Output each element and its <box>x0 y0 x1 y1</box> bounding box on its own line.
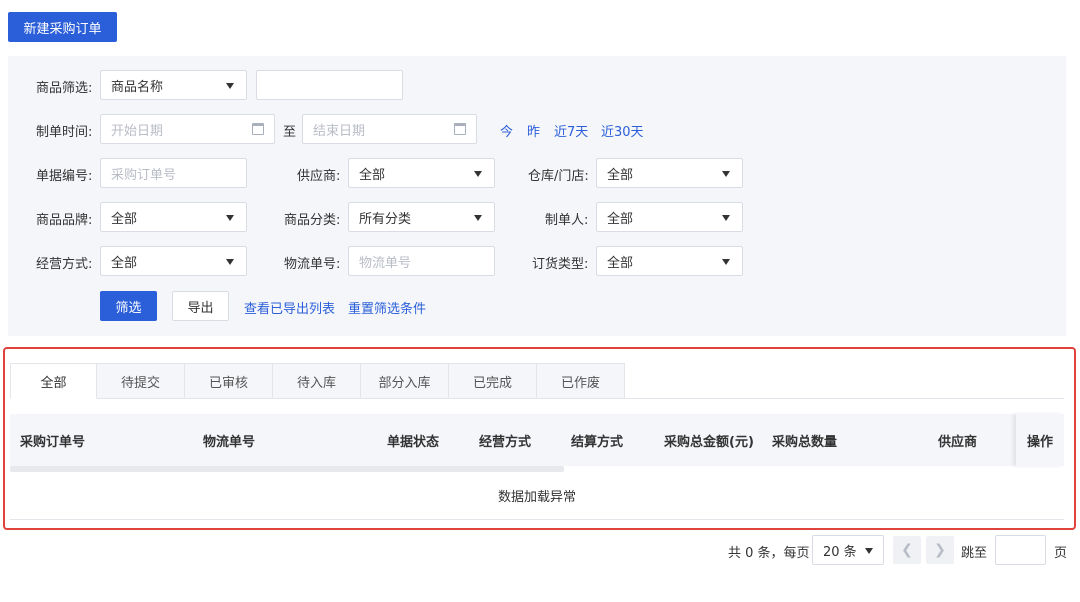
status-tabs: 全部 待提交 已审核 待入库 部分入库 已完成 已作废 <box>10 363 625 399</box>
chevron-down-icon <box>722 171 730 177</box>
product-filter-select-value: 商品名称 <box>111 79 164 95</box>
page-unit-label: 页 <box>1054 546 1068 561</box>
column-header-doc-status: 单据状态 <box>387 434 440 450</box>
quick-date-today[interactable]: 今 <box>500 121 513 140</box>
calendar-icon <box>252 123 264 135</box>
quick-date-yesterday[interactable]: 昨 <box>527 121 540 140</box>
column-header-total-amount: 采购总金额(元) <box>664 434 754 450</box>
jump-to-label: 跳至 <box>961 546 988 561</box>
column-header-business-mode: 经营方式 <box>479 434 532 450</box>
new-purchase-order-button[interactable]: 新建采购订单 <box>8 12 117 42</box>
start-date-placeholder: 开始日期 <box>111 123 164 139</box>
supplier-label: 供应商: <box>297 169 341 184</box>
quick-date-30-days[interactable]: 近30天 <box>601 121 644 140</box>
tab-pending-stock-in[interactable]: 待入库 <box>273 363 361 399</box>
created-time-label: 制单时间: <box>36 125 93 140</box>
tab-partial-stock-in[interactable]: 部分入库 <box>361 363 449 399</box>
logistics-number-label: 物流单号: <box>284 257 341 272</box>
chevron-down-icon <box>474 215 482 221</box>
business-mode-label: 经营方式: <box>36 257 93 272</box>
quick-date-7-days[interactable]: 近7天 <box>554 121 588 140</box>
logistics-number-input[interactable]: 物流单号 <box>348 246 495 276</box>
chevron-down-icon <box>865 548 873 554</box>
view-exports-link[interactable]: 查看已导出列表 <box>244 298 335 317</box>
brand-select[interactable]: 全部 <box>100 202 247 232</box>
pagination-total: 共 0 条，每页 <box>728 546 810 561</box>
filter-button[interactable]: 筛选 <box>100 291 157 321</box>
business-mode-select[interactable]: 全部 <box>100 246 247 276</box>
supplier-select-value: 全部 <box>359 167 386 183</box>
brand-label: 商品品牌: <box>36 213 93 228</box>
chevron-down-icon <box>226 259 234 265</box>
tab-approved[interactable]: 已审核 <box>185 363 273 399</box>
next-page-button[interactable]: ❯ <box>926 536 954 564</box>
page-size-select[interactable]: 20 条 <box>812 535 884 565</box>
brand-select-value: 全部 <box>111 211 138 227</box>
product-filter-input[interactable] <box>256 70 403 100</box>
category-label: 商品分类: <box>284 213 341 228</box>
chevron-left-icon: ❮ <box>901 542 913 558</box>
reset-filters-link[interactable]: 重置筛选条件 <box>348 298 426 317</box>
category-select-value: 所有分类 <box>359 211 412 227</box>
table-empty-message: 数据加载异常 <box>10 472 1064 520</box>
calendar-icon <box>454 123 466 135</box>
tab-voided[interactable]: 已作废 <box>537 363 625 399</box>
chevron-right-icon: ❯ <box>934 542 946 558</box>
warehouse-label: 仓库/门店: <box>528 169 589 184</box>
chevron-down-icon <box>226 83 234 89</box>
warehouse-select-value: 全部 <box>607 167 634 183</box>
chevron-down-icon <box>722 259 730 265</box>
doc-number-label: 单据编号: <box>36 169 93 184</box>
doc-number-input[interactable]: 采购订单号 <box>100 158 247 188</box>
page-size-value: 20 条 <box>823 544 857 560</box>
column-header-supplier: 供应商 <box>938 434 978 450</box>
warehouse-select[interactable]: 全部 <box>596 158 743 188</box>
end-date-placeholder: 结束日期 <box>313 123 366 139</box>
date-range-separator: 至 <box>283 125 297 140</box>
doc-number-placeholder: 采购订单号 <box>111 167 177 183</box>
category-select[interactable]: 所有分类 <box>348 202 495 232</box>
creator-select-value: 全部 <box>607 211 634 227</box>
tab-completed[interactable]: 已完成 <box>449 363 537 399</box>
column-header-actions: 操作 <box>1016 414 1064 466</box>
end-date-input[interactable]: 结束日期 <box>302 114 477 144</box>
chevron-down-icon <box>474 171 482 177</box>
table-header: 采购订单号 物流单号 单据状态 经营方式 结算方式 采购总金额(元) 采购总数量… <box>10 414 1064 466</box>
column-header-order-no: 采购订单号 <box>20 434 86 450</box>
start-date-input[interactable]: 开始日期 <box>100 114 275 144</box>
tab-all[interactable]: 全部 <box>10 363 97 399</box>
business-mode-select-value: 全部 <box>111 255 138 271</box>
chevron-down-icon <box>722 215 730 221</box>
column-header-settlement: 结算方式 <box>571 434 624 450</box>
product-filter-select[interactable]: 商品名称 <box>100 70 247 100</box>
logistics-number-placeholder: 物流单号 <box>359 255 412 271</box>
prev-page-button[interactable]: ❮ <box>893 536 921 564</box>
order-type-select-value: 全部 <box>607 255 634 271</box>
export-button[interactable]: 导出 <box>172 291 229 321</box>
supplier-select[interactable]: 全部 <box>348 158 495 188</box>
column-header-total-quantity: 采购总数量 <box>772 434 838 450</box>
order-type-label: 订货类型: <box>532 257 589 272</box>
product-filter-label: 商品筛选: <box>36 81 93 96</box>
tab-pending-submit[interactable]: 待提交 <box>97 363 185 399</box>
jump-page-input[interactable] <box>995 535 1046 565</box>
creator-label: 制单人: <box>545 213 589 228</box>
column-header-logistics-no: 物流单号 <box>203 434 256 450</box>
order-type-select[interactable]: 全部 <box>596 246 743 276</box>
creator-select[interactable]: 全部 <box>596 202 743 232</box>
chevron-down-icon <box>226 215 234 221</box>
